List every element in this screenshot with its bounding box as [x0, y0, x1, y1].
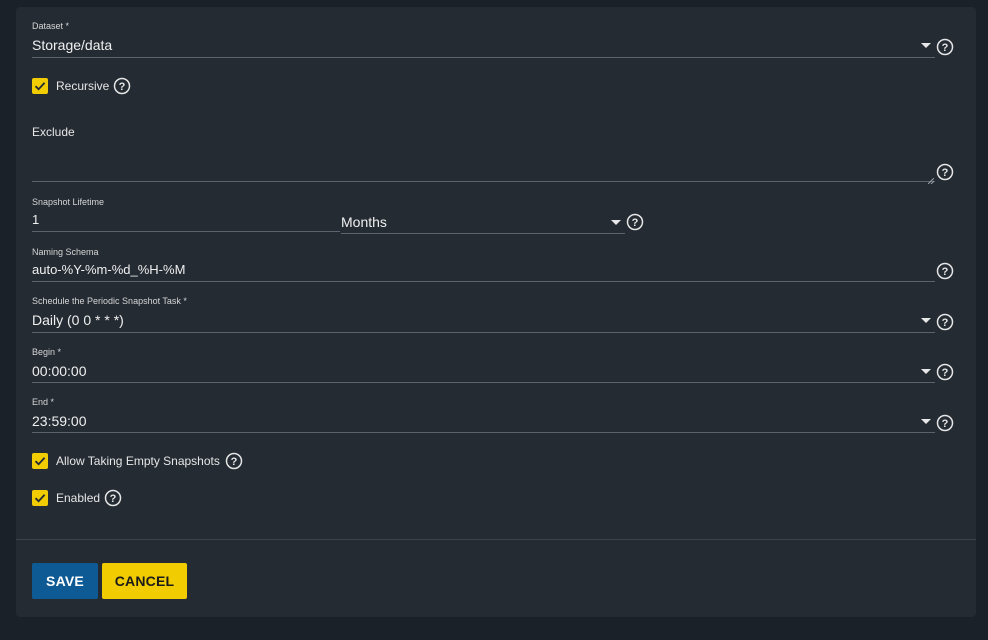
exclude-resize-handle-icon[interactable] [927, 171, 935, 185]
begin-field[interactable]: Begin * 00:00:00 [32, 347, 935, 385]
naming-schema-underline [32, 281, 935, 282]
snapshot-lifetime-input[interactable]: 1 [32, 212, 39, 227]
svg-text:?: ? [110, 493, 117, 505]
dataset-underline [32, 57, 935, 58]
svg-text:?: ? [119, 81, 126, 93]
allow-empty-checkbox[interactable] [32, 453, 48, 469]
svg-text:?: ? [942, 367, 949, 379]
recursive-help-circle-icon[interactable]: ? [113, 77, 131, 95]
recursive-label: Recursive [56, 79, 110, 93]
begin-caret-down-icon[interactable] [921, 369, 931, 374]
snapshot-lifetime-help-circle-icon[interactable]: ? [626, 213, 644, 231]
svg-text:?: ? [942, 167, 949, 179]
begin-label: Begin * [32, 347, 62, 357]
enabled-help-circle-icon[interactable]: ? [104, 489, 122, 507]
recursive-checkbox-row[interactable]: Recursive [32, 78, 232, 96]
dataset-help-circle-icon[interactable]: ? [936, 38, 954, 56]
allow-empty-label: Allow Taking Empty Snapshots [56, 454, 220, 468]
lifetime-unit-select[interactable]: Months [341, 197, 625, 235]
schedule-underline [32, 332, 935, 333]
naming-schema-label: Naming Schema [32, 247, 99, 257]
end-caret-down-icon[interactable] [921, 419, 931, 424]
exclude-textarea[interactable] [32, 147, 935, 182]
lifetime-unit-underline [341, 233, 625, 234]
cancel-button[interactable]: CANCEL [102, 563, 187, 599]
dataset-field[interactable]: Dataset * Storage/data [32, 21, 935, 59]
end-help-circle-icon[interactable]: ? [936, 414, 954, 432]
svg-text:?: ? [942, 418, 949, 430]
schedule-field[interactable]: Schedule the Periodic Snapshot Task * Da… [32, 296, 935, 334]
recursive-check-icon [34, 82, 46, 91]
snapshot-lifetime-label: Snapshot Lifetime [32, 197, 105, 207]
begin-underline [32, 382, 935, 383]
schedule-help-circle-icon[interactable]: ? [936, 313, 954, 331]
naming-schema-input[interactable]: auto-%Y-%m-%d_%H-%M [32, 262, 185, 277]
enabled-checkbox[interactable] [32, 490, 48, 506]
exclude-help-circle-icon[interactable]: ? [936, 163, 954, 181]
exclude-label: Exclude [32, 125, 75, 139]
svg-text:?: ? [942, 266, 949, 278]
recursive-checkbox[interactable] [32, 78, 48, 94]
svg-text:?: ? [942, 42, 949, 54]
end-underline [32, 432, 935, 433]
dataset-select-value[interactable]: Storage/data [32, 37, 112, 53]
lifetime-unit-caret-down-icon[interactable] [611, 220, 621, 225]
enabled-check-icon [34, 494, 46, 503]
snapshot-lifetime-field[interactable]: Snapshot Lifetime 1 [32, 197, 340, 233]
end-label: End * [32, 397, 55, 407]
allow-empty-checkbox-row[interactable]: Allow Taking Empty Snapshots [32, 453, 232, 471]
svg-text:?: ? [231, 456, 238, 468]
snapshot-lifetime-underline [32, 231, 340, 232]
end-select-value[interactable]: 23:59:00 [32, 413, 87, 429]
exclude-underline [32, 181, 935, 182]
save-button[interactable]: SAVE [32, 563, 98, 599]
actions-divider [16, 539, 976, 540]
naming-schema-help-circle-icon[interactable]: ? [936, 262, 954, 280]
allow-empty-check-icon [34, 457, 46, 466]
schedule-label: Schedule the Periodic Snapshot Task * [32, 296, 187, 306]
dataset-caret-down-icon[interactable] [921, 43, 931, 48]
allow-empty-help-circle-icon[interactable]: ? [225, 452, 243, 470]
begin-select-value[interactable]: 00:00:00 [32, 363, 87, 379]
enabled-label: Enabled [56, 491, 101, 505]
schedule-select-value[interactable]: Daily (0 0 * * *) [32, 312, 124, 328]
dataset-label: Dataset * [32, 21, 70, 31]
begin-help-circle-icon[interactable]: ? [936, 363, 954, 381]
svg-text:?: ? [632, 217, 639, 229]
lifetime-unit-value[interactable]: Months [341, 214, 387, 230]
naming-schema-field[interactable]: Naming Schema auto-%Y-%m-%d_%H-%M [32, 247, 935, 283]
end-field[interactable]: End * 23:59:00 [32, 397, 935, 435]
schedule-caret-down-icon[interactable] [921, 318, 931, 323]
svg-text:?: ? [942, 317, 949, 329]
snapshot-task-form-card: Dataset * Storage/data ? Recursive ? Exc… [16, 7, 976, 617]
